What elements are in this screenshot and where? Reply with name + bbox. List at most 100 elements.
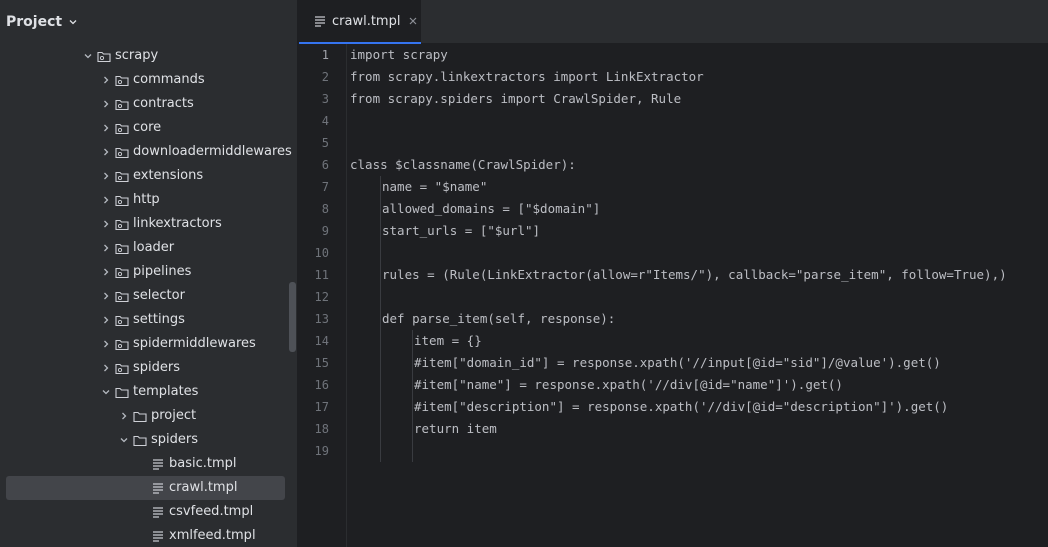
chevron-right-icon[interactable] (98, 96, 114, 112)
folder-icon (132, 408, 148, 424)
chevron-right-icon[interactable] (98, 288, 114, 304)
text-file-icon (150, 480, 166, 496)
tree-item-label: extensions (133, 168, 204, 183)
tree-arrow-spacer (134, 480, 150, 496)
line-number: 4 (321, 114, 329, 128)
folder-package-icon (114, 216, 130, 232)
tree-file-basic-tmpl[interactable]: basic.tmpl (6, 452, 285, 476)
tree-folder-http[interactable]: http (6, 188, 285, 212)
project-tree-scrollbar[interactable] (289, 282, 296, 352)
chevron-down-icon[interactable] (98, 384, 114, 400)
code-line[interactable]: from scrapy.linkextractors import LinkEx… (350, 66, 704, 88)
indent-guide (412, 330, 413, 462)
chevron-right-icon[interactable] (98, 336, 114, 352)
tree-item-label: downloadermiddlewares (133, 144, 292, 159)
code-line[interactable]: #item["name"] = response.xpath('//div[@i… (414, 374, 843, 396)
code-line[interactable]: from scrapy.spiders import CrawlSpider, … (350, 88, 681, 110)
code-line[interactable]: class $classname(CrawlSpider): (350, 154, 576, 176)
code-line[interactable]: def parse_item(self, response): (382, 308, 615, 330)
tree-arrow-spacer (134, 504, 150, 520)
folder-icon (114, 384, 130, 400)
line-number: 16 (314, 378, 329, 392)
tree-folder-spiders[interactable]: spiders (6, 428, 285, 452)
line-number: 12 (314, 290, 329, 304)
folder-package-icon (114, 240, 130, 256)
line-number: 18 (314, 422, 329, 436)
tree-item-label: crawl.tmpl (169, 480, 238, 495)
code-line[interactable]: start_urls = ["$url"] (382, 220, 540, 242)
line-number: 8 (321, 202, 329, 216)
code-line[interactable]: #item["description"] = response.xpath('/… (414, 396, 948, 418)
chevron-right-icon[interactable] (98, 120, 114, 136)
chevron-down-icon[interactable] (116, 432, 132, 448)
line-number-gutter: 1 2 3 4 5 6 7 8 9 10 11 12 13 14 15 16 17 18 19 (299, 44, 347, 547)
project-tool-window: Project scrapy commands contracts core downl… (0, 0, 298, 547)
tree-folder-spiders[interactable]: spiders (6, 356, 285, 380)
line-number: 17 (314, 400, 329, 414)
text-file-icon (150, 456, 166, 472)
chevron-right-icon[interactable] (98, 240, 114, 256)
tree-folder-downloadermiddlewares[interactable]: downloadermiddlewares (6, 140, 292, 164)
chevron-right-icon[interactable] (116, 408, 132, 424)
tree-folder-project[interactable]: project (6, 404, 285, 428)
project-panel-header[interactable]: Project (0, 0, 297, 44)
line-number: 2 (321, 70, 329, 84)
tree-folder-core[interactable]: core (6, 116, 285, 140)
tree-item-label: spidermiddlewares (133, 336, 256, 351)
code-editor[interactable]: 1 2 3 4 5 6 7 8 9 10 11 12 13 14 15 16 17 18 19 import scr… (299, 44, 1048, 547)
tree-folder-scrapy[interactable]: scrapy (6, 44, 285, 68)
folder-package-icon (114, 72, 130, 88)
tree-item-label: xmlfeed.tmpl (169, 528, 256, 543)
tree-folder-selector[interactable]: selector (6, 284, 285, 308)
tab-crawl-tmpl[interactable]: crawl.tmpl (299, 0, 421, 44)
tree-folder-contracts[interactable]: contracts (6, 92, 285, 116)
tree-folder-commands[interactable]: commands (6, 68, 285, 92)
chevron-right-icon[interactable] (98, 72, 114, 88)
folder-package-icon (114, 264, 130, 280)
line-number: 1 (321, 48, 329, 62)
close-icon[interactable] (408, 16, 418, 26)
chevron-right-icon[interactable] (98, 264, 114, 280)
chevron-down-icon[interactable] (68, 17, 78, 27)
project-panel-title[interactable]: Project (6, 14, 62, 30)
tree-file-csvfeed-tmpl[interactable]: csvfeed.tmpl (6, 500, 285, 524)
code-line[interactable]: import scrapy (350, 44, 448, 66)
tree-arrow-spacer (134, 528, 150, 544)
line-number: 13 (314, 312, 329, 326)
folder-package-icon (114, 288, 130, 304)
tree-folder-linkextractors[interactable]: linkextractors (6, 212, 285, 236)
code-line[interactable]: item = {} (414, 330, 482, 352)
chevron-right-icon[interactable] (98, 216, 114, 232)
code-line[interactable]: name = "$name" (382, 176, 487, 198)
tab-label: crawl.tmpl (332, 13, 401, 29)
tree-folder-extensions[interactable]: extensions (6, 164, 285, 188)
tree-file-xmlfeed-tmpl[interactable]: xmlfeed.tmpl (6, 524, 285, 547)
tree-item-label: spiders (151, 432, 199, 447)
chevron-right-icon[interactable] (98, 192, 114, 208)
tree-item-label: project (151, 408, 197, 423)
folder-package-icon (114, 360, 130, 376)
tree-item-label: pipelines (133, 264, 192, 279)
tree-folder-templates[interactable]: templates (6, 380, 285, 404)
chevron-down-icon[interactable] (80, 48, 96, 64)
line-number: 11 (314, 268, 329, 282)
tree-folder-pipelines[interactable]: pipelines (6, 260, 285, 284)
tree-folder-settings[interactable]: settings (6, 308, 285, 332)
folder-package-icon (114, 192, 130, 208)
tree-file-crawl-tmpl[interactable]: crawl.tmpl (6, 476, 285, 500)
code-line[interactable]: allowed_domains = ["$domain"] (382, 198, 600, 220)
line-number: 5 (321, 136, 329, 150)
tree-folder-spidermiddlewares[interactable]: spidermiddlewares (6, 332, 285, 356)
chevron-right-icon[interactable] (98, 144, 114, 160)
tree-folder-loader[interactable]: loader (6, 236, 285, 260)
code-line[interactable]: return item (414, 418, 497, 440)
chevron-right-icon[interactable] (98, 312, 114, 328)
code-line[interactable]: rules = (Rule(LinkExtractor(allow=r"Item… (382, 264, 1007, 286)
code-content[interactable]: import scrapy from scrapy.linkextractors … (350, 44, 1048, 547)
folder-package-icon (114, 312, 130, 328)
chevron-right-icon[interactable] (98, 168, 114, 184)
folder-package-icon (114, 168, 130, 184)
code-line[interactable]: #item["domain_id"] = response.xpath('//i… (414, 352, 941, 374)
chevron-right-icon[interactable] (98, 360, 114, 376)
line-number: 3 (321, 92, 329, 106)
